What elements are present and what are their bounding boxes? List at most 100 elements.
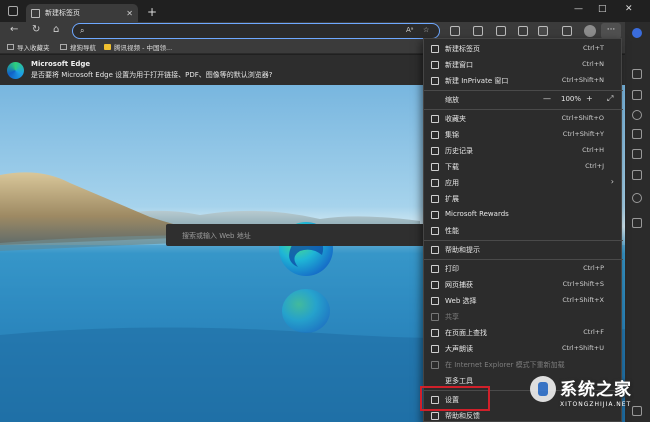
- menu-item-label: 收藏夹: [445, 115, 466, 123]
- read-aloud-icon: [431, 345, 439, 353]
- menu-item-downloads[interactable]: 下载 Ctrl+J: [424, 159, 623, 174]
- menu-item-label: 打印: [445, 265, 459, 273]
- menu-item-new-window[interactable]: 新建窗口 Ctrl+N: [424, 57, 623, 72]
- help-icon: [431, 412, 439, 420]
- menu-item-web-select[interactable]: Web 选择 Ctrl+Shift+X: [424, 293, 623, 308]
- menu-item-shortcut: Ctrl+Shift+N: [561, 76, 604, 84]
- apps-icon: [431, 179, 439, 187]
- favorite-item-sogou[interactable]: 搜狗导航: [60, 42, 96, 52]
- menu-item-label: 网页捕获: [445, 281, 473, 289]
- menu-item-shortcut: Ctrl+Shift+S: [562, 280, 604, 288]
- menu-item-label: Microsoft Rewards: [445, 210, 509, 218]
- close-window-button[interactable]: ✕: [625, 4, 633, 14]
- tools-icon[interactable]: [632, 90, 642, 100]
- menu-item-shortcut: Ctrl+N: [582, 60, 604, 68]
- menu-item-label: 共享: [445, 313, 459, 321]
- menu-item-shortcut: Ctrl+Shift+O: [561, 114, 604, 122]
- ie-mode-icon: [431, 361, 439, 369]
- menu-item-microsoft-rewards[interactable]: Microsoft Rewards: [424, 207, 623, 222]
- refresh-extension-icon[interactable]: [450, 26, 460, 36]
- menu-item-label: Web 选择: [445, 297, 477, 305]
- menu-item-new-tab[interactable]: 新建标签页 Ctrl+T: [424, 41, 623, 56]
- shopping-tag-icon[interactable]: [632, 69, 642, 79]
- fullscreen-icon[interactable]: ⤢: [607, 94, 613, 104]
- menu-item-label: 历史记录: [445, 147, 473, 155]
- favorite-item-tencent-video[interactable]: 腾讯视频 - 中国领...: [104, 42, 172, 52]
- minimize-button[interactable]: —: [574, 4, 583, 14]
- maximize-button[interactable]: □: [598, 4, 607, 14]
- menu-item-label: 在 Internet Explorer 模式下重新加载: [445, 361, 565, 369]
- outlook-icon[interactable]: [632, 149, 642, 159]
- back-button[interactable]: ←: [10, 24, 18, 35]
- menu-item-find-on-page[interactable]: 在页面上查找 Ctrl+F: [424, 325, 623, 340]
- inprivate-icon: [431, 77, 439, 85]
- address-bar[interactable]: ⌕ Aᵃ ☆: [72, 23, 440, 39]
- extensions-icon[interactable]: [538, 26, 548, 36]
- favorite-label: 搜狗导航: [70, 44, 96, 52]
- menu-item-favorites[interactable]: 收藏夹 Ctrl+Shift+O: [424, 111, 623, 126]
- puzzle-icon: [431, 195, 439, 203]
- menu-item-apps[interactable]: 应用 ›: [424, 175, 623, 190]
- read-aloud-icon[interactable]: Aᵃ: [406, 26, 414, 34]
- collections-icon: [431, 131, 439, 139]
- menu-item-extensions[interactable]: 扩展: [424, 191, 623, 206]
- favorite-star-icon[interactable]: ☆: [423, 26, 429, 34]
- print-icon: [431, 265, 439, 273]
- menu-item-history[interactable]: 历史记录 Ctrl+H: [424, 143, 623, 158]
- refresh-button[interactable]: ↻: [32, 24, 40, 35]
- settings-and-more-menu: 新建标签页 Ctrl+T 新建窗口 Ctrl+N 新建 InPrivate 窗口…: [423, 38, 623, 422]
- menu-item-collections[interactable]: 集锦 Ctrl+Shift+Y: [424, 127, 623, 142]
- menu-item-shortcut: Ctrl+H: [582, 146, 604, 154]
- new-window-icon: [431, 61, 439, 69]
- settings-and-more-button[interactable]: ···: [601, 23, 621, 39]
- edge-sidebar: [625, 22, 650, 422]
- share-icon: [431, 313, 439, 321]
- tab-new-tab[interactable]: 新建标签页 ✕: [26, 4, 138, 22]
- notice-message: 是否要将 Microsoft Edge 设置为用于打开链接、PDF、图像等的默认…: [31, 71, 273, 79]
- office-icon[interactable]: [632, 129, 642, 139]
- notice-title: Microsoft Edge: [31, 60, 91, 68]
- favorites-icon[interactable]: [496, 26, 506, 36]
- menu-item-label: 下载: [445, 163, 459, 171]
- tab-close-icon[interactable]: ✕: [126, 9, 133, 18]
- menu-item-label: 应用: [445, 179, 459, 187]
- split-screen-icon[interactable]: [473, 26, 483, 36]
- menu-item-alerts-and-tips[interactable]: 帮助和提示: [424, 242, 623, 257]
- browser-essentials-icon[interactable]: [562, 26, 572, 36]
- web-search-box[interactable]: 搜索或输入 Web 地址: [166, 224, 426, 246]
- bing-chat-icon[interactable]: [632, 28, 642, 38]
- zoom-in-button[interactable]: +: [586, 94, 593, 103]
- menu-item-read-aloud[interactable]: 大声朗读 Ctrl+Shift+U: [424, 341, 623, 356]
- menu-item-web-capture[interactable]: 网页捕获 Ctrl+Shift+S: [424, 277, 623, 292]
- new-tab-button[interactable]: +: [147, 5, 157, 19]
- new-tab-icon: [431, 45, 439, 53]
- menu-separator: [424, 240, 623, 241]
- games-icon[interactable]: [632, 110, 642, 120]
- workspaces-icon[interactable]: [8, 6, 18, 16]
- send-icon[interactable]: [632, 170, 642, 180]
- chevron-right-icon: ›: [610, 177, 614, 186]
- menu-item-label: 大声朗读: [445, 345, 473, 353]
- menu-item-zoom: 缩放 — 100% + ⤢: [424, 92, 623, 107]
- collections-icon[interactable]: [518, 26, 528, 36]
- zoom-out-button[interactable]: —: [543, 94, 551, 103]
- menu-item-performance[interactable]: 性能: [424, 223, 623, 238]
- menu-item-new-inprivate-window[interactable]: 新建 InPrivate 窗口 Ctrl+Shift+N: [424, 73, 623, 88]
- menu-item-shortcut: Ctrl+Shift+X: [562, 296, 604, 304]
- favorite-item-import[interactable]: 导入收藏夹: [7, 42, 50, 52]
- menu-item-label: 帮助和反馈: [445, 412, 480, 420]
- menu-item-label: 新建 InPrivate 窗口: [445, 77, 509, 85]
- profile-avatar[interactable]: [584, 25, 596, 37]
- watermark-subtitle: XITONGZHIJIA.NET: [560, 401, 632, 408]
- bell-icon: [431, 246, 439, 254]
- favorite-label: 腾讯视频 - 中国领...: [114, 44, 173, 52]
- home-button[interactable]: ⌂: [53, 24, 59, 35]
- menu-item-print[interactable]: 打印 Ctrl+P: [424, 261, 623, 276]
- drop-icon[interactable]: [632, 193, 642, 203]
- settings-highlight-box: [420, 386, 490, 411]
- menu-item-label: 在页面上查找: [445, 329, 487, 337]
- add-sidebar-icon[interactable]: [632, 218, 642, 228]
- video-icon: [104, 44, 111, 50]
- find-icon: [431, 329, 439, 337]
- rewards-icon: [431, 211, 439, 219]
